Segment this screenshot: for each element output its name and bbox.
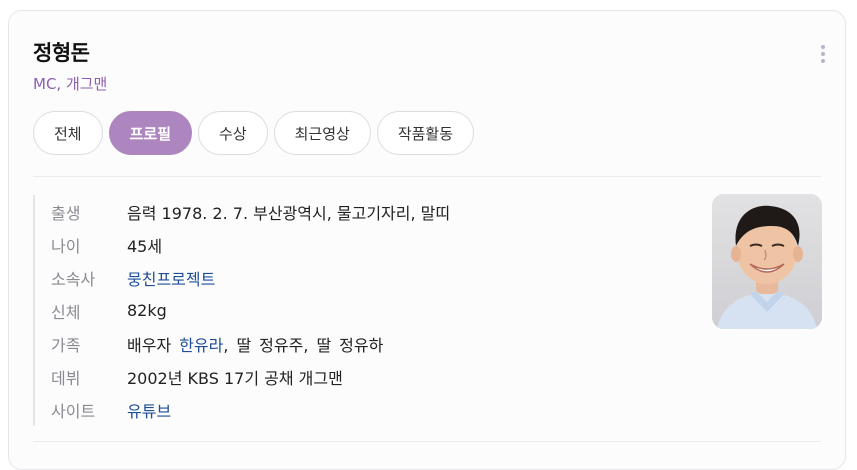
spouse-link[interactable]: 한유라 xyxy=(179,336,223,355)
info-row-debut: 데뷔 2002년 KBS 17기 공채 개그맨 xyxy=(51,360,450,393)
daughter-name: 정유하 xyxy=(339,335,384,355)
separator: , xyxy=(303,335,309,355)
profile-card: 정형돈 MC, 개그맨 전체 프로필 수상 최근영상 작품활동 출생 음력 19… xyxy=(8,10,846,470)
info-label: 소속사 xyxy=(51,269,96,289)
info-value: 82kg xyxy=(127,301,167,320)
dot xyxy=(821,45,825,49)
dot xyxy=(821,52,825,56)
info-value: 45세 xyxy=(127,236,163,256)
dot xyxy=(821,59,825,63)
info-label: 신체 xyxy=(51,302,81,322)
separator: , xyxy=(223,335,229,355)
info-row-family: 가족 배우자 한유라, 딸 정유주, 딸 정유하 xyxy=(51,327,450,360)
profile-subtitle: MC, 개그맨 xyxy=(33,75,108,93)
profile-photo-illustration xyxy=(712,194,822,329)
tab-awards[interactable]: 수상 xyxy=(198,111,268,155)
info-row-agency: 소속사 뭉친프로젝트 xyxy=(51,261,450,294)
profile-photo[interactable] xyxy=(712,194,822,329)
info-value: 2002년 KBS 17기 공채 개그맨 xyxy=(127,368,343,388)
more-vertical-icon[interactable] xyxy=(821,45,825,63)
info-label: 출생 xyxy=(51,203,81,223)
info-label: 나이 xyxy=(51,236,81,256)
tab-bar: 전체 프로필 수상 최근영상 작품활동 xyxy=(33,111,475,155)
profile-info-list: 출생 음력 1978. 2. 7. 부산광역시, 물고기자리, 말띠 나이 45… xyxy=(33,195,450,426)
tab-profile[interactable]: 프로필 xyxy=(108,111,193,155)
divider xyxy=(33,441,821,442)
daughter-relation: 딸 xyxy=(316,335,332,355)
family-values: 배우자 한유라, 딸 정유주, 딸 정유하 xyxy=(127,332,383,356)
info-label: 가족 xyxy=(51,335,81,355)
tab-all[interactable]: 전체 xyxy=(33,111,103,155)
info-row-birth: 출생 음력 1978. 2. 7. 부산광역시, 물고기자리, 말띠 xyxy=(51,195,450,228)
profile-name: 정형돈 xyxy=(33,41,90,65)
daughter-name: 정유주 xyxy=(259,335,304,355)
tab-recent-videos[interactable]: 최근영상 xyxy=(273,111,371,155)
info-row-site: 사이트 유튜브 xyxy=(51,393,450,426)
info-label: 데뷔 xyxy=(51,368,81,388)
spouse-relation: 배우자 xyxy=(127,335,172,355)
info-label: 사이트 xyxy=(51,401,96,421)
divider xyxy=(33,176,821,177)
daughter-relation: 딸 xyxy=(236,335,252,355)
info-value: 음력 1978. 2. 7. 부산광역시, 물고기자리, 말띠 xyxy=(127,203,451,223)
tab-works[interactable]: 작품활동 xyxy=(376,111,475,155)
agency-link[interactable]: 뭉친프로젝트 xyxy=(127,266,215,290)
info-row-body: 신체 82kg xyxy=(51,294,450,327)
youtube-link[interactable]: 유튜브 xyxy=(127,398,171,422)
info-row-age: 나이 45세 xyxy=(51,228,450,261)
